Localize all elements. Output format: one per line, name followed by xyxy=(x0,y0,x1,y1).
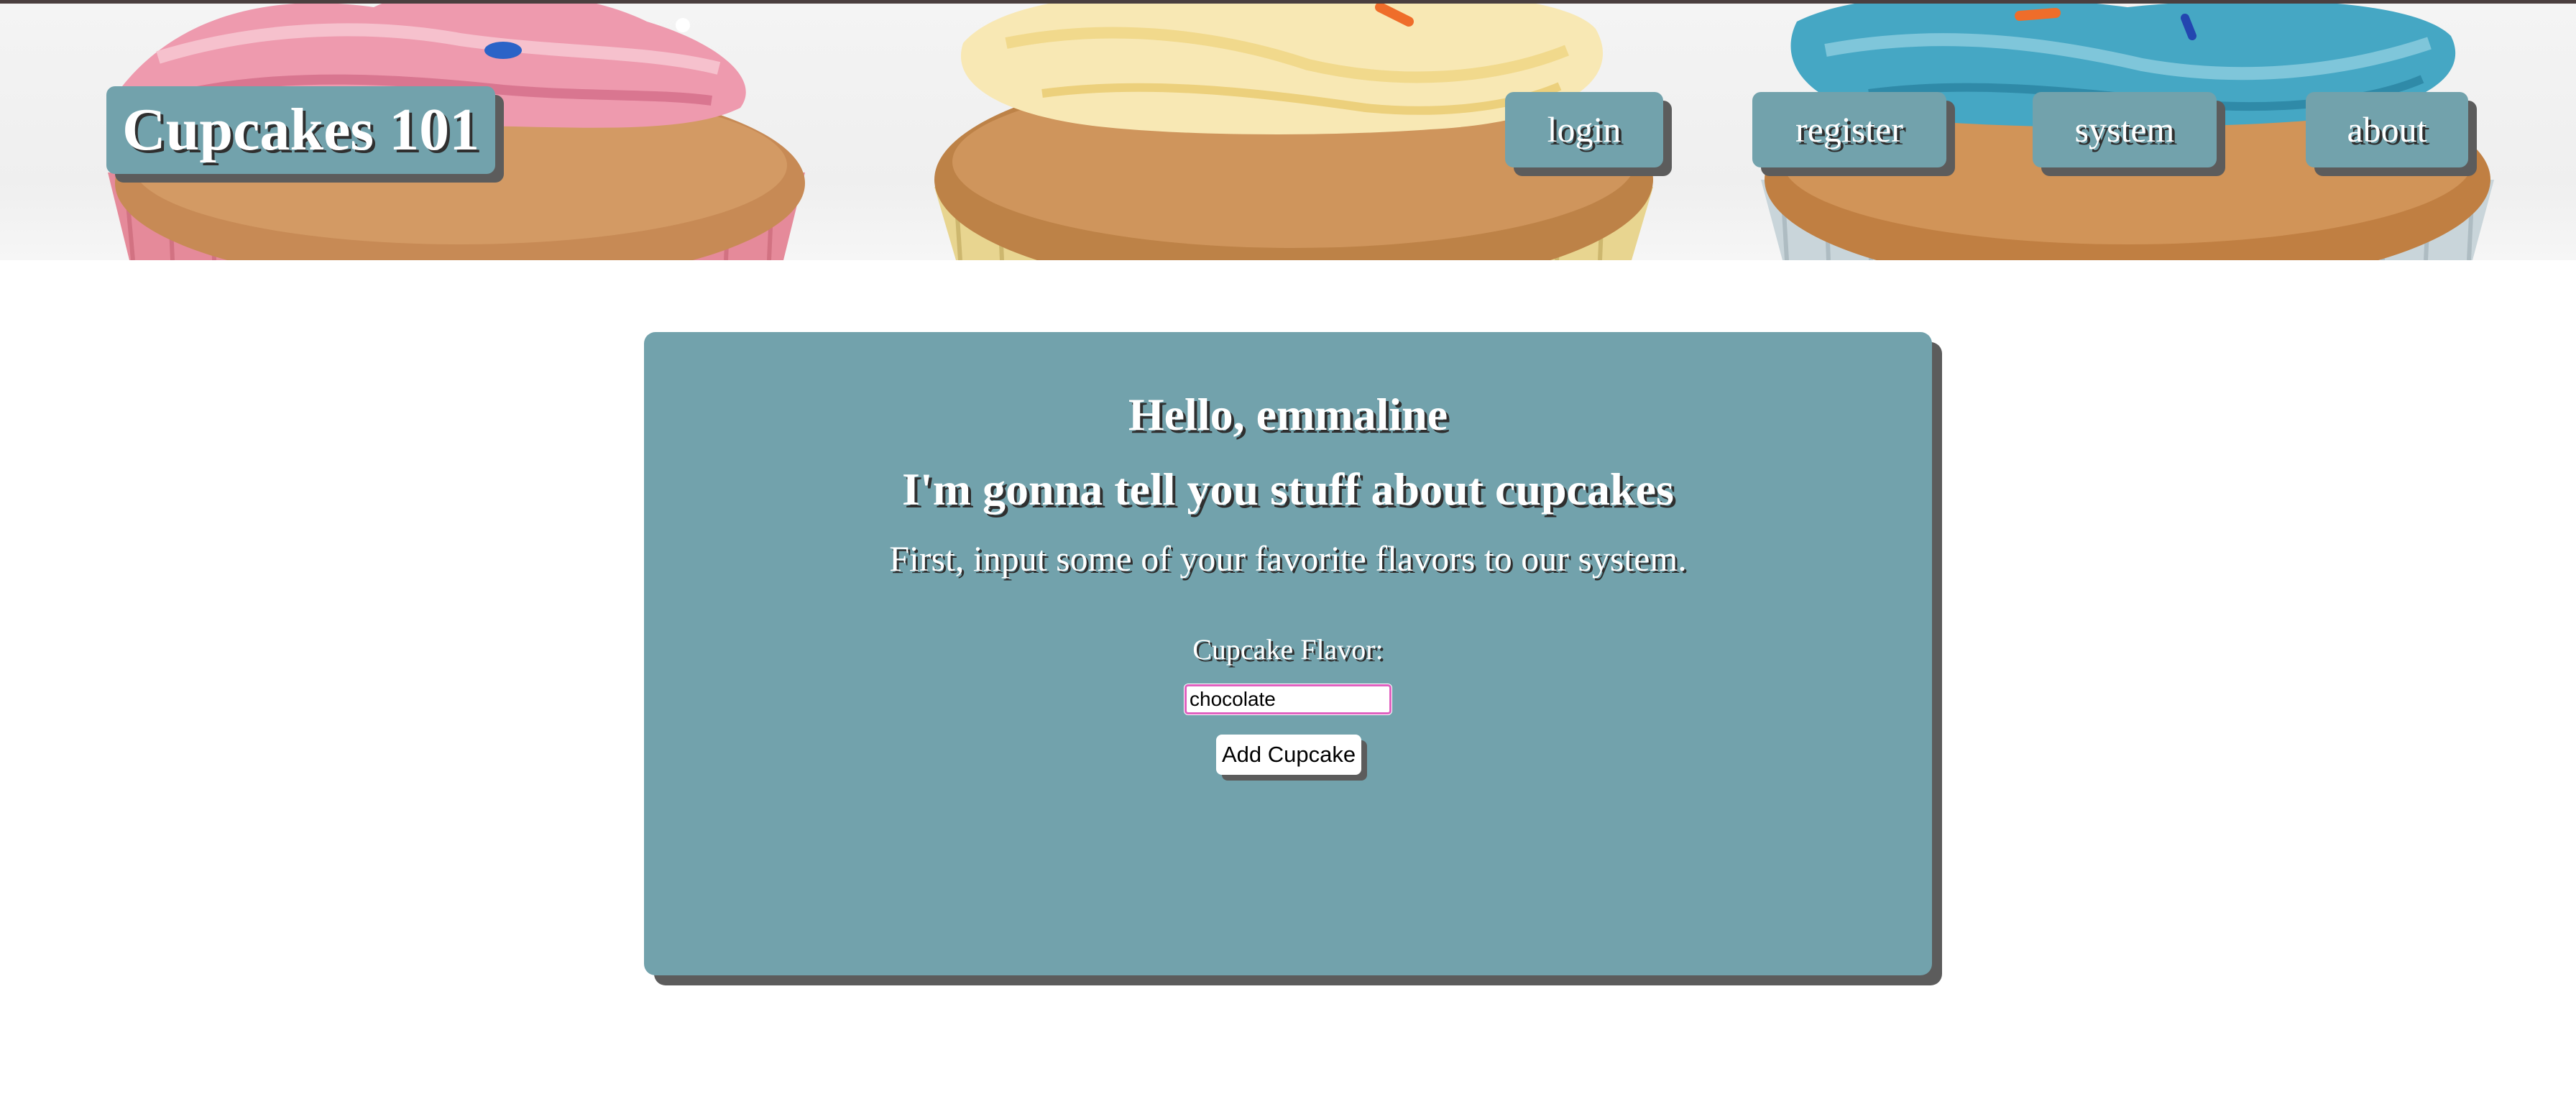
add-cupcake-button[interactable]: Add Cupcake xyxy=(1216,735,1361,775)
nav-system-button[interactable]: system xyxy=(2033,92,2217,167)
nav-register-button[interactable]: register xyxy=(1752,92,1946,167)
page-headline: I'm gonna tell you stuff about cupcakes xyxy=(902,464,1674,515)
site-title[interactable]: Cupcakes 101 xyxy=(106,86,496,174)
greeting-heading: Hello, emmaline xyxy=(1128,389,1448,440)
top-border xyxy=(0,0,2576,4)
nav-login-button[interactable]: login xyxy=(1505,92,1663,167)
nav-about-button[interactable]: about xyxy=(2306,92,2468,167)
flavor-input[interactable] xyxy=(1184,684,1392,715)
page: Cupcakes 101 login register system about… xyxy=(0,0,2576,1104)
main-card: Hello, emmaline I'm gonna tell you stuff… xyxy=(644,332,1932,975)
instructions-text: First, input some of your favorite flavo… xyxy=(889,538,1687,579)
flavor-label: Cupcake Flavor: xyxy=(1192,633,1384,666)
